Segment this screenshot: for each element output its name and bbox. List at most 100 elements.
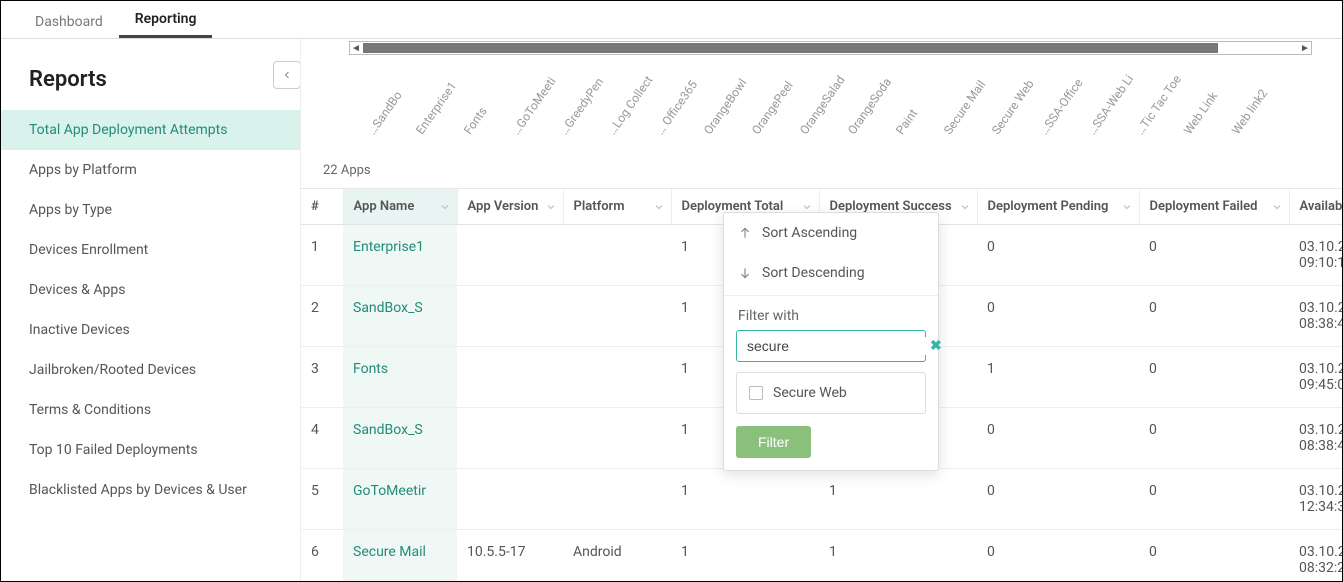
- table-cell: 0: [1139, 286, 1289, 347]
- table-cell: [563, 286, 671, 347]
- checkbox-icon[interactable]: [749, 386, 763, 400]
- table-cell: 4: [301, 408, 343, 469]
- table-cell: 03.10.201 12:34:35: [1289, 469, 1342, 530]
- tab-reporting[interactable]: Reporting: [119, 1, 213, 38]
- chevron-down-icon: [801, 201, 813, 213]
- arrow-down-icon: [738, 266, 752, 280]
- table-cell: GoToMeetir: [343, 469, 457, 530]
- tab-dashboard[interactable]: Dashboard: [19, 4, 119, 38]
- chevron-down-icon: [439, 201, 451, 213]
- chart-category-label: SSA-Web Li…: [1085, 72, 1136, 137]
- table-cell: [563, 408, 671, 469]
- chart-category-label: Office365 …: [653, 78, 700, 137]
- sidebar-title: Reports: [29, 67, 300, 92]
- table-cell: 1: [301, 225, 343, 286]
- chart-category-label: OrangeBowl: [701, 76, 750, 137]
- table-cell: Android: [563, 530, 671, 582]
- sidebar-item-7[interactable]: Terms & Conditions: [1, 390, 300, 430]
- filter-option-secure-web[interactable]: Secure Web: [736, 372, 926, 414]
- sidebar-item-1[interactable]: Apps by Platform: [1, 150, 300, 190]
- chart-category-label: Enterprise1: [413, 79, 459, 137]
- filter-input[interactable]: [745, 337, 930, 355]
- table-cell: 0: [1139, 530, 1289, 582]
- chart-category-label: OrangeSoda: [845, 75, 894, 137]
- scroll-track[interactable]: [363, 43, 1218, 53]
- sidebar-item-2[interactable]: Apps by Type: [1, 190, 300, 230]
- col-header-version[interactable]: App Version: [457, 189, 563, 225]
- table-cell: 1: [819, 530, 977, 582]
- sort-descending-option[interactable]: Sort Descending: [724, 253, 938, 293]
- table-cell: 03.10.201 08:38:40: [1289, 408, 1342, 469]
- sidebar-item-5[interactable]: Inactive Devices: [1, 310, 300, 350]
- chart-scrollbar[interactable]: ◄ ►: [349, 41, 1312, 55]
- filter-with-label: Filter with: [724, 298, 938, 330]
- scroll-right-button[interactable]: ►: [1299, 42, 1311, 54]
- sidebar-collapse-button[interactable]: [273, 61, 301, 89]
- chart-axis-labels: SandBo…Enterprise1Fonts GoToMeeti…GreedyP…: [349, 59, 1312, 149]
- table-row[interactable]: 6Secure Mail10.5.5-17Android110003.10.20…: [301, 530, 1342, 582]
- chevron-down-icon: [653, 201, 665, 213]
- col-header-deploy-failed[interactable]: Deployment Failed: [1139, 189, 1289, 225]
- sidebar-item-8[interactable]: Top 10 Failed Deployments: [1, 430, 300, 470]
- table-cell: [457, 347, 563, 408]
- chart-category-label: SSA-Office…: [1037, 76, 1086, 137]
- chevron-down-icon: [1271, 201, 1283, 213]
- table-cell: 0: [977, 530, 1139, 582]
- table-cell: 10.5.5-17: [457, 530, 563, 582]
- chart-category-label: GreedyPen…: [557, 75, 606, 137]
- table-cell: Fonts: [343, 347, 457, 408]
- chevron-left-icon: [281, 69, 293, 81]
- table-cell: 03.10.201 08:32:28: [1289, 530, 1342, 582]
- table-cell: [457, 469, 563, 530]
- table-row[interactable]: 5GoToMeetir110003.10.201 12:34:35: [301, 469, 1342, 530]
- table-cell: 6: [301, 530, 343, 582]
- table-cell: 0: [977, 286, 1139, 347]
- col-header-available[interactable]: Available: [1289, 189, 1342, 225]
- sidebar: Reports Total App Deployment AttemptsApp…: [1, 39, 301, 581]
- top-tabs: Dashboard Reporting: [1, 1, 1342, 39]
- chart-category-label: SandBo…: [365, 89, 405, 138]
- table-cell: 0: [1139, 469, 1289, 530]
- chart-category-label: GoToMeeti…: [509, 75, 559, 138]
- table-cell: 1: [671, 469, 819, 530]
- chart-category-label: OrangeSalad: [797, 73, 848, 137]
- table-cell: 03.10.201 09:10:10: [1289, 225, 1342, 286]
- table-cell: [563, 225, 671, 286]
- col-header-platform[interactable]: Platform: [563, 189, 671, 225]
- chart-category-label: Web Link: [1181, 89, 1220, 137]
- table-cell: Enterprise1: [343, 225, 457, 286]
- table-cell: [457, 225, 563, 286]
- sidebar-item-3[interactable]: Devices Enrollment: [1, 230, 300, 270]
- scroll-left-button[interactable]: ◄: [350, 42, 362, 54]
- table-cell: Secure Mail: [343, 530, 457, 582]
- chart-category-label: Tic Tac Toe…: [1133, 73, 1184, 138]
- table-cell: 03.10.201 09:45:07: [1289, 347, 1342, 408]
- sort-ascending-option[interactable]: Sort Ascending: [724, 213, 938, 253]
- table-cell: [457, 408, 563, 469]
- sidebar-item-4[interactable]: Devices & Apps: [1, 270, 300, 310]
- table-cell: 03.10.201 08:38:40: [1289, 286, 1342, 347]
- table-cell: 3: [301, 347, 343, 408]
- table-cell: SandBox_S: [343, 408, 457, 469]
- sidebar-item-6[interactable]: Jailbroken/Rooted Devices: [1, 350, 300, 390]
- table-cell: 0: [1139, 225, 1289, 286]
- chart-category-label: Fonts: [461, 104, 490, 137]
- table-cell: [563, 347, 671, 408]
- table-cell: 0: [1139, 347, 1289, 408]
- table-cell: 1: [819, 469, 977, 530]
- col-header-deploy-pending[interactable]: Deployment Pending: [977, 189, 1139, 225]
- column-filter-dropdown: Sort Ascending Sort Descending Filter wi…: [723, 212, 939, 471]
- table-cell: SandBox_S: [343, 286, 457, 347]
- col-header-num[interactable]: #: [301, 189, 343, 225]
- table-cell: 0: [977, 469, 1139, 530]
- sidebar-item-9[interactable]: Blacklisted Apps by Devices & User: [1, 470, 300, 510]
- table-cell: 2: [301, 286, 343, 347]
- arrow-up-icon: [738, 226, 752, 240]
- chevron-down-icon: [1121, 201, 1133, 213]
- clear-filter-icon[interactable]: ✖: [930, 338, 942, 354]
- table-cell: 0: [977, 408, 1139, 469]
- col-header-name[interactable]: App Name: [343, 189, 457, 225]
- chart-category-label: Web link2: [1229, 87, 1270, 137]
- filter-button[interactable]: Filter: [736, 426, 811, 458]
- sidebar-item-0[interactable]: Total App Deployment Attempts: [1, 110, 300, 150]
